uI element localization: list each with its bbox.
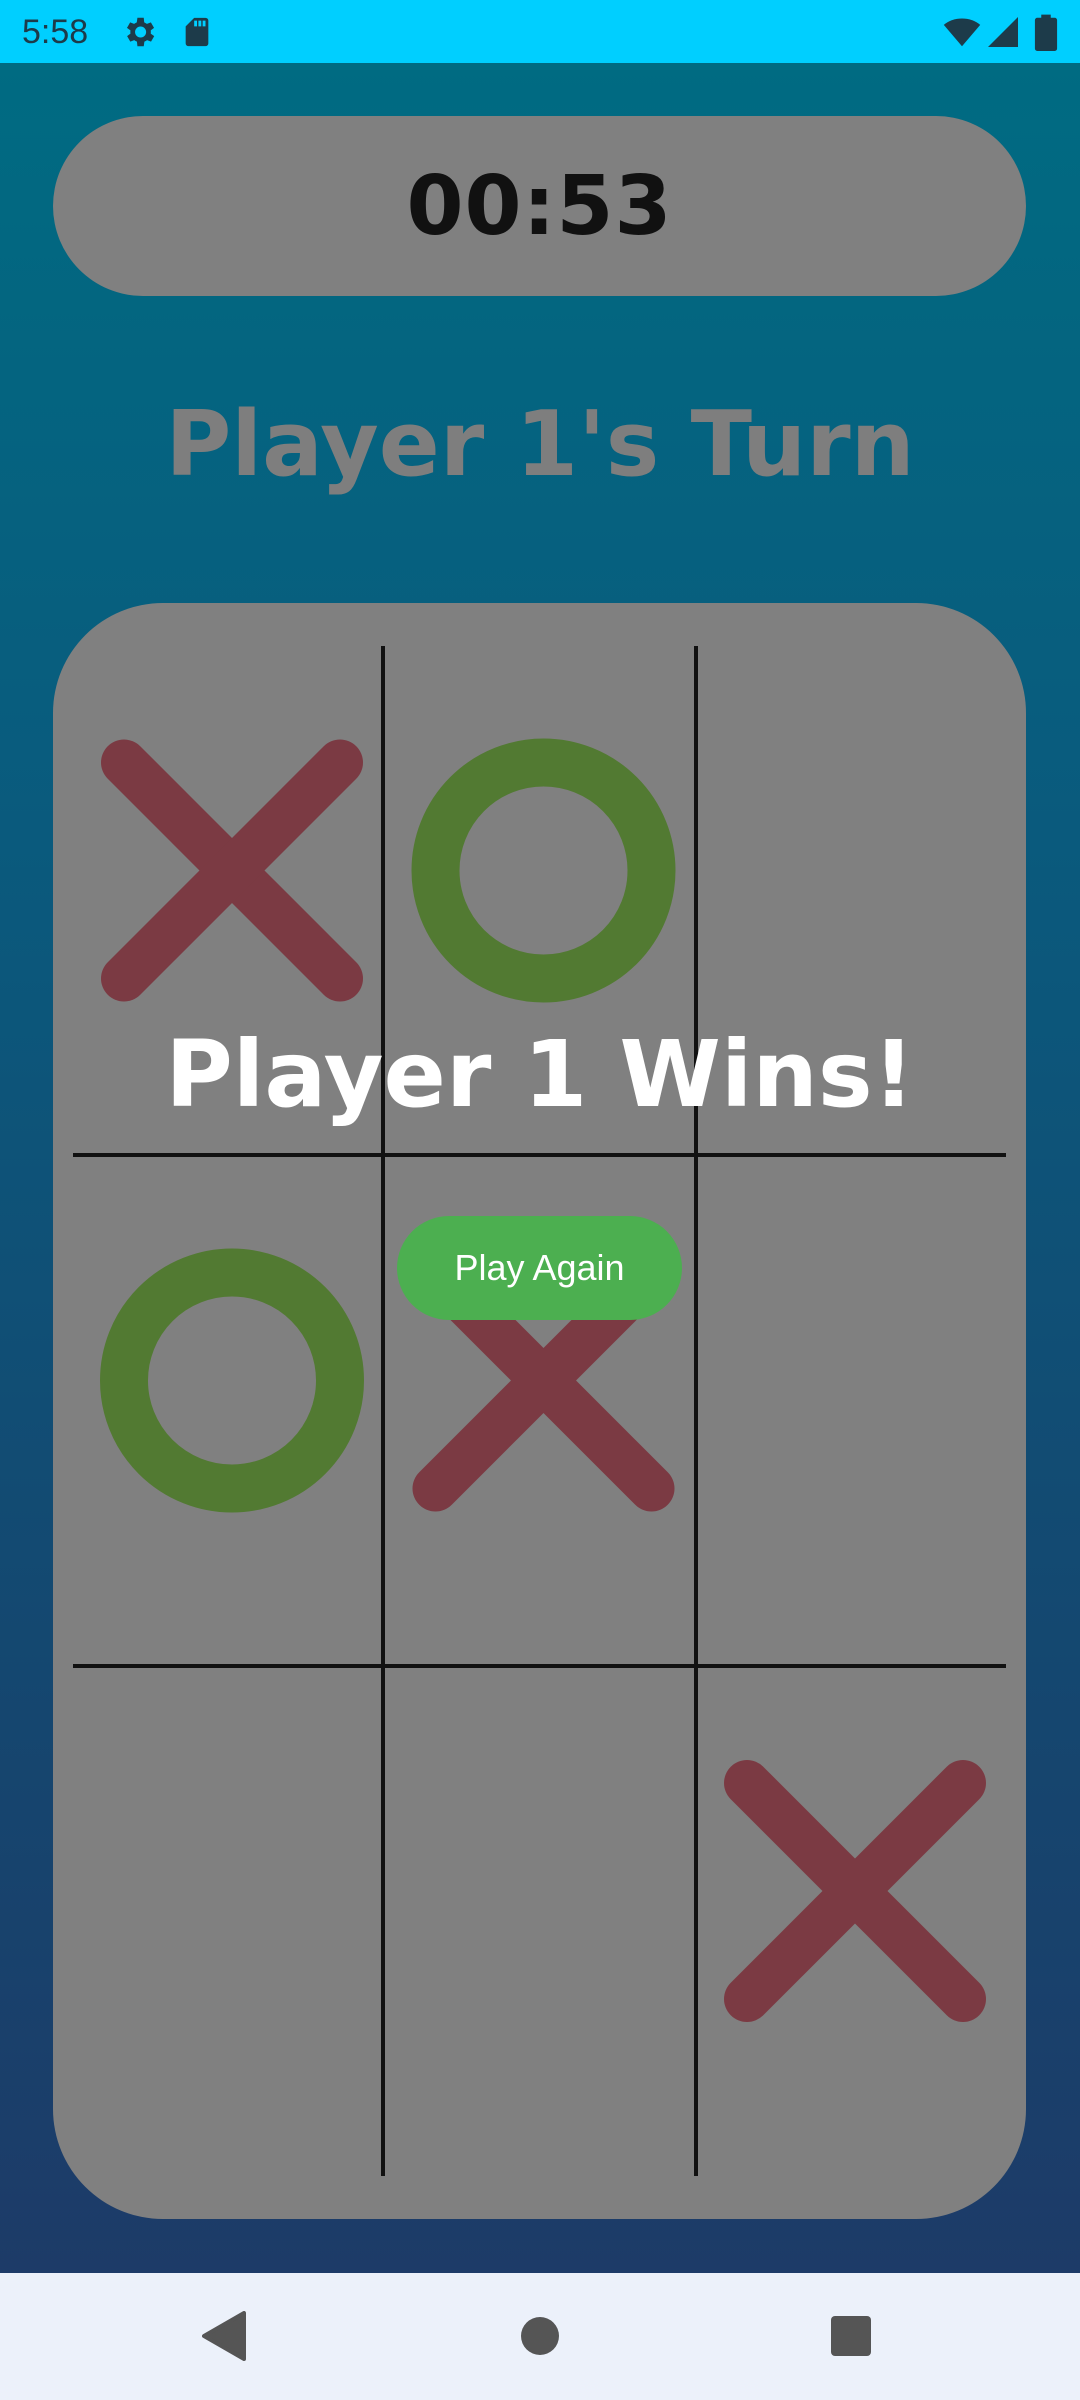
navigation-bar xyxy=(0,2273,1080,2400)
settings-icon xyxy=(120,13,158,55)
home-icon[interactable] xyxy=(505,2301,575,2371)
winner-message: Player 1 Wins! xyxy=(165,1021,915,1128)
status-bar: 5:58 xyxy=(0,0,1080,63)
sd-card-icon xyxy=(180,13,214,55)
board-cell-2-0[interactable] xyxy=(73,1666,383,2176)
play-again-button[interactable]: Play Again xyxy=(397,1216,682,1320)
board-cell-1-2[interactable] xyxy=(696,1155,1006,1666)
recents-icon[interactable] xyxy=(816,2301,886,2371)
cell-signal-icon xyxy=(985,13,1021,55)
game-board xyxy=(53,603,1026,2219)
board-cell-2-2[interactable] xyxy=(696,1666,1006,2176)
back-icon[interactable] xyxy=(190,2301,260,2371)
timer-display: 00:53 xyxy=(53,116,1026,296)
board-grid xyxy=(73,646,1006,2176)
timer-text: 00:53 xyxy=(406,158,673,254)
status-time: 5:58 xyxy=(22,13,89,51)
board-cell-1-0[interactable] xyxy=(73,1155,383,1666)
wifi-icon xyxy=(942,13,982,55)
battery-icon xyxy=(1033,13,1059,55)
board-cell-2-1[interactable] xyxy=(383,1666,696,2176)
turn-indicator: Player 1's Turn xyxy=(165,392,915,497)
